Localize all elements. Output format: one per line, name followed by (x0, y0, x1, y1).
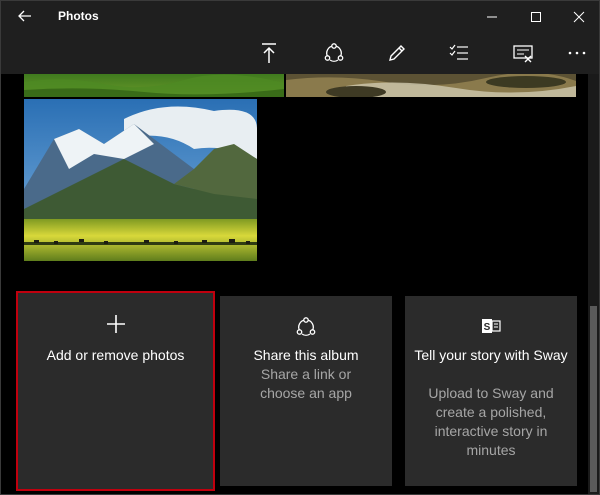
more-icon[interactable] (555, 32, 599, 74)
back-arrow-icon[interactable] (15, 6, 35, 26)
maximize-icon[interactable] (513, 1, 559, 32)
share-icon[interactable] (312, 32, 356, 74)
command-bar (1, 32, 599, 74)
checklist-icon[interactable] (437, 32, 481, 74)
window-title: Photos (58, 9, 99, 23)
minimize-icon[interactable] (469, 1, 515, 32)
slideshow-remove-icon[interactable] (501, 32, 545, 74)
scrollbar-thumb[interactable] (590, 306, 597, 492)
card-subtitle: Upload to Sway and create a polished, in… (428, 385, 554, 458)
upload-arrow-icon[interactable] (247, 32, 291, 74)
close-icon[interactable] (556, 1, 600, 32)
add-remove-photos-card[interactable]: Add or remove photos (16, 291, 215, 491)
photo-thumbnail[interactable] (286, 74, 576, 97)
card-title: Add or remove photos (46, 347, 185, 363)
sway-story-card[interactable]: S Tell your story with Sway Upload to Sw… (405, 296, 577, 486)
title-bar: Photos (1, 1, 599, 32)
album-content: Add or remove photos Share this album Sh… (1, 74, 588, 494)
sway-icon: S (405, 316, 577, 340)
share-icon (220, 316, 392, 340)
photos-window: Photos Add or remove photos Share this a… (0, 0, 600, 495)
card-subtitle: Share a link or choose an app (260, 366, 352, 401)
plus-icon (17, 312, 214, 336)
vertical-scrollbar[interactable] (588, 74, 599, 494)
card-title: Share this album (253, 347, 359, 363)
card-title: Tell your story with Sway (414, 347, 568, 363)
pencil-icon[interactable] (375, 32, 419, 74)
photo-thumbnail[interactable] (24, 74, 284, 97)
share-album-card[interactable]: Share this album Share a link or choose … (220, 296, 392, 486)
svg-text:S: S (484, 322, 491, 333)
photo-thumbnail[interactable] (24, 99, 257, 261)
